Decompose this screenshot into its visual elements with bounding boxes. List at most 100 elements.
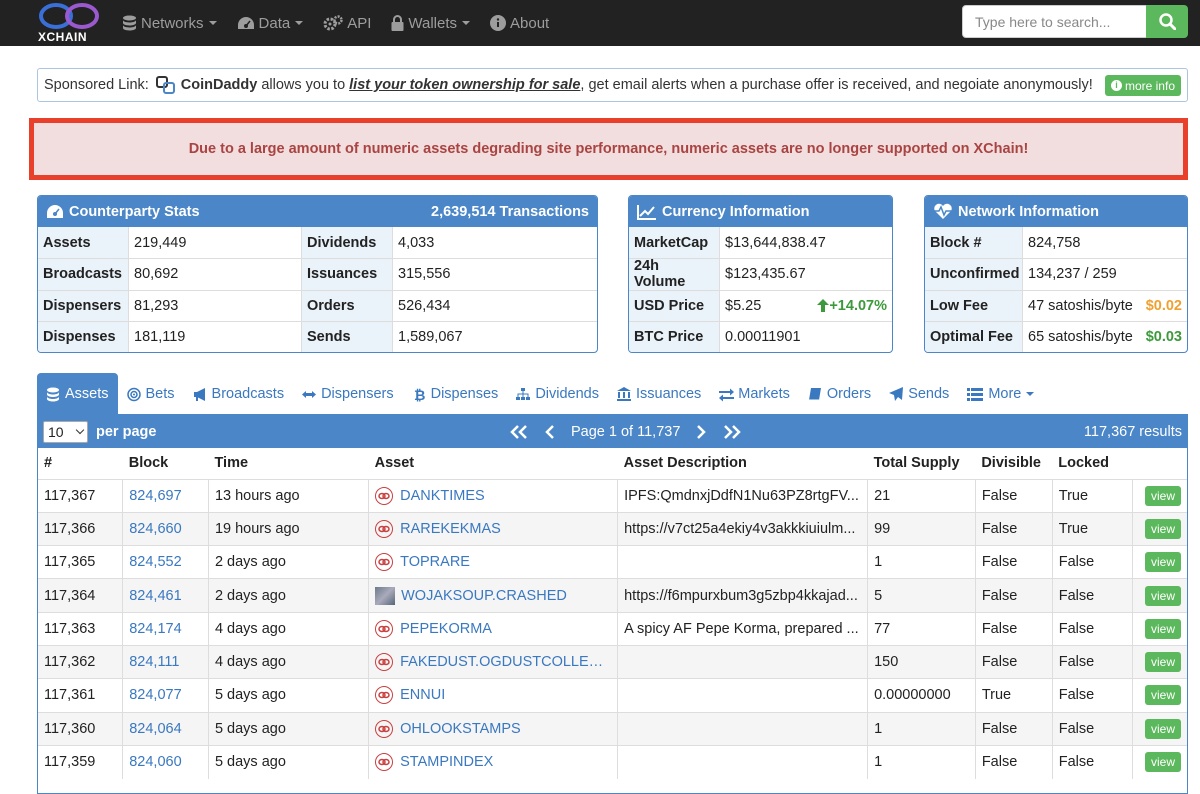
asset-link[interactable]: OHLOOKSTAMPS <box>400 721 521 737</box>
row-time: 5 days ago <box>207 678 369 713</box>
asset-description <box>617 678 868 713</box>
block-link[interactable]: 824,174 <box>122 611 209 646</box>
currency-value: $123,435.67 <box>725 266 806 283</box>
nav-about[interactable]: About <box>490 15 549 32</box>
stats-row: Dispensers 81,293 Orders 526,434 <box>38 289 597 321</box>
view-cell: view <box>1131 644 1187 679</box>
block-link[interactable]: 824,552 <box>122 545 209 579</box>
network-information-panel: Network Information Block # 824,758 Unconf… <box>924 195 1188 353</box>
arrows-h-icon <box>302 390 317 398</box>
stat-label: Dispenses <box>38 321 129 352</box>
asset-link[interactable]: ENNUI <box>400 687 445 703</box>
asset-description: A spicy AF Pepe Korma, prepared ... <box>617 611 868 646</box>
stat-label: Dividends <box>302 227 393 259</box>
block-link[interactable]: 824,064 <box>122 711 209 746</box>
per-page-select[interactable]: 10 <box>43 420 88 443</box>
search-button[interactable] <box>1146 5 1188 38</box>
per-page-label: per page <box>96 423 157 440</box>
info-icon <box>490 15 507 31</box>
table-row: 117,364 824,461 2 days ago WOJAKSOUP.CRASHE… <box>38 578 1187 613</box>
tab-assets[interactable]: Assets <box>37 373 118 415</box>
view-cell: view <box>1131 578 1187 613</box>
currency-information-panel: Currency Information MarketCap $13,644,83… <box>628 195 893 353</box>
divisible: False <box>974 644 1053 679</box>
nav-data[interactable]: Data <box>237 15 304 32</box>
tab-more[interactable]: More <box>958 373 1043 415</box>
block-link[interactable]: 824,111 <box>122 644 209 679</box>
search-icon <box>1158 13 1176 30</box>
view-button[interactable]: view <box>1144 552 1181 573</box>
fee-usd: $0.03 <box>1145 328 1182 345</box>
asset-description-text: A spicy AF Pepe Korma, prepared ... <box>624 620 859 637</box>
tab-broadcasts[interactable]: Broadcasts <box>184 373 294 415</box>
search-input[interactable] <box>962 5 1147 38</box>
divisible: False <box>974 545 1053 579</box>
view-button[interactable]: view <box>1144 718 1181 739</box>
asset-link[interactable]: WOJAKSOUP.CRASHED <box>401 588 567 604</box>
tab-dispensers[interactable]: Dispensers <box>293 373 403 415</box>
view-button[interactable]: view <box>1144 585 1181 606</box>
column-header: Total Supply <box>867 448 976 479</box>
asset-link[interactable]: STAMPINDEX <box>400 754 493 770</box>
xchain-asset-icon <box>375 653 394 672</box>
first-page-icon[interactable] <box>509 424 529 439</box>
asset-link[interactable]: TOPRARE <box>400 554 470 570</box>
view-button[interactable]: view <box>1144 518 1181 539</box>
sponsored-link-bar: Sponsored Link: CoinDaddy allows you to … <box>37 68 1188 102</box>
asset-cell: STAMPINDEX <box>368 744 618 779</box>
nav-wallets[interactable]: Wallets <box>391 15 471 32</box>
asset-link[interactable]: FAKEDUST.OGDUSTCOLLECT... <box>400 654 610 670</box>
tab-orders[interactable]: Orders <box>799 373 880 415</box>
view-button[interactable]: view <box>1144 485 1181 506</box>
block-link[interactable]: 824,461 <box>122 578 209 613</box>
view-cell: view <box>1131 678 1187 713</box>
asset-cell: RAREKEKMAS <box>368 511 618 546</box>
view-cell: view <box>1131 545 1187 579</box>
tab-issuances[interactable]: Issuances <box>608 373 710 415</box>
block-link[interactable]: 824,660 <box>122 511 209 546</box>
last-page-icon[interactable] <box>722 424 742 439</box>
nav-menu: Networks Data API Wallets About <box>122 0 569 46</box>
tab-bets[interactable]: Bets <box>118 373 184 415</box>
xchain-asset-icon <box>375 753 394 772</box>
tab-label: Dividends <box>535 386 599 402</box>
database-icon <box>123 15 136 31</box>
currency-value: $5.25 <box>725 297 762 314</box>
block-link[interactable]: 824,060 <box>122 744 209 779</box>
view-button[interactable]: view <box>1144 618 1181 639</box>
divisible: False <box>974 744 1053 779</box>
prev-page-icon[interactable] <box>545 424 555 439</box>
block-link[interactable]: 824,697 <box>122 478 209 513</box>
transactions-count[interactable]: 2,639,514 Transactions <box>431 204 589 220</box>
network-label: Low Fee <box>925 290 1023 321</box>
nav-networks[interactable]: Networks <box>122 15 217 32</box>
currency-value-cell: $13,644,838.47 <box>720 227 892 258</box>
sponsor-link[interactable]: list your token ownership for sale <box>349 77 580 93</box>
heartbeat-icon <box>934 203 952 219</box>
tab-sends[interactable]: Sends <box>880 373 958 415</box>
next-page-icon[interactable] <box>696 424 707 439</box>
nav-api[interactable]: API <box>323 15 371 32</box>
asset-link[interactable]: PEPEKORMA <box>400 621 492 637</box>
view-button[interactable]: view <box>1144 652 1181 673</box>
tab-dividends[interactable]: Dividends <box>507 373 608 415</box>
view-cell: view <box>1131 478 1187 513</box>
bullseye-icon <box>126 387 141 401</box>
more-info-button[interactable]: i more info <box>1104 75 1181 96</box>
tab-dispenses[interactable]: ₿ Dispenses <box>403 373 508 415</box>
row-number: 117,360 <box>38 711 123 746</box>
asset-link[interactable]: RAREKEKMAS <box>400 521 501 537</box>
block-link[interactable]: 824,077 <box>122 678 209 713</box>
network-row: Low Fee 47 satoshis/byte $0.02 <box>925 289 1187 321</box>
network-value: 824,758 <box>1028 234 1081 251</box>
row-time: 13 hours ago <box>207 478 369 513</box>
asset-link[interactable]: DANKTIMES <box>400 488 485 504</box>
tab-markets[interactable]: Markets <box>710 373 799 415</box>
asset-description <box>617 644 868 679</box>
view-button[interactable]: view <box>1144 685 1181 706</box>
view-button[interactable]: view <box>1144 752 1181 773</box>
coins-icon <box>47 387 59 401</box>
row-number: 117,366 <box>38 511 123 546</box>
row-number: 117,367 <box>38 478 123 513</box>
currency-value: $13,644,838.47 <box>725 234 826 251</box>
